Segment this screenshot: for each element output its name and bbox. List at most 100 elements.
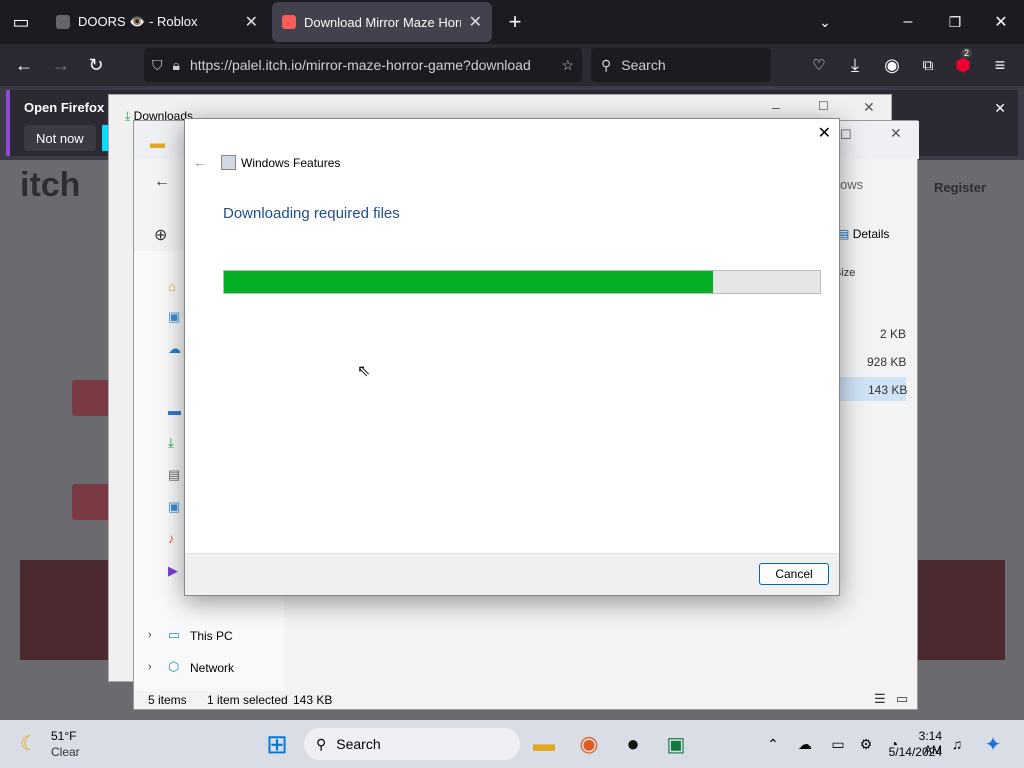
tab-doors[interactable]: DOORS 👁️ - Roblox ✕ — [46, 2, 268, 42]
back-icon[interactable]: ← — [193, 154, 207, 170]
minimize-icon[interactable]: – — [893, 7, 923, 37]
nav-network[interactable]: Network — [190, 661, 234, 675]
maximize-icon[interactable]: ☐ — [818, 99, 829, 113]
close-icon[interactable]: ✕ — [890, 125, 902, 142]
itch-icon — [282, 15, 296, 29]
notification-bell-icon[interactable]: ♫ — [941, 728, 973, 760]
windows-features-icon — [221, 155, 236, 170]
weather-temp[interactable]: 51°F — [51, 729, 76, 743]
extensions-icon[interactable]: ⧉ — [913, 50, 943, 80]
extension-badge: 2 — [961, 48, 973, 58]
status-size: 143 KB — [293, 693, 333, 707]
unreal-icon[interactable]: ● — [617, 728, 649, 760]
nav-this-pc[interactable]: This PC — [190, 629, 233, 643]
restore-icon[interactable]: ❐ — [940, 7, 970, 37]
search-box-text[interactable]: ows — [840, 177, 863, 192]
file-size: 928 KB — [867, 355, 907, 369]
chevron-up-icon[interactable]: ⌃ — [757, 728, 789, 760]
clock-date[interactable]: 5/14/2024 — [884, 745, 942, 759]
close-icon[interactable]: ✕ — [863, 99, 875, 116]
maximize-icon[interactable]: ☐ — [840, 127, 852, 143]
download-icon[interactable]: ⤓ — [840, 50, 870, 80]
chevron-right-icon[interactable]: › — [148, 661, 152, 673]
new-icon[interactable]: ⊕ — [154, 225, 167, 245]
search-icon: ⚲ — [601, 56, 612, 73]
tiles-view-icon[interactable]: ▭ — [896, 691, 908, 707]
back-icon[interactable]: ← — [9, 50, 39, 80]
documents-icon[interactable]: ▤ — [168, 467, 180, 483]
this-pc-icon: ▭ — [168, 627, 181, 642]
search-placeholder: Search — [621, 57, 666, 73]
file-size: 2 KB — [880, 327, 907, 341]
taskbar-search-label: Search — [336, 736, 381, 752]
desktop-icon[interactable]: ▬ — [168, 403, 181, 418]
bookmark-star-icon[interactable]: ☆ — [561, 57, 574, 74]
close-icon[interactable]: ✕ — [245, 12, 258, 32]
details-view-icon[interactable]: ☰ — [874, 691, 886, 707]
shield-icon[interactable]: ⛉ — [152, 57, 163, 74]
chevron-right-icon[interactable]: › — [148, 629, 152, 641]
forward-icon[interactable]: → — [46, 50, 76, 80]
music-icon[interactable]: ♪ — [168, 531, 175, 546]
register-link[interactable]: Register — [934, 180, 986, 195]
file-explorer-icon[interactable]: ▬ — [528, 728, 560, 760]
start-icon[interactable]: ⊞ — [261, 728, 293, 760]
videos-icon[interactable]: ▶ — [168, 563, 178, 579]
gallery-icon[interactable]: ▣ — [168, 309, 180, 325]
home-icon[interactable]: ⌂ — [168, 279, 176, 294]
tab-mirror-maze[interactable]: Download Mirror Maze Horror ✕ — [272, 2, 492, 42]
moon-weather-icon[interactable]: ☾ — [20, 731, 38, 756]
download-icon: ⤓ — [125, 109, 131, 123]
minimize-icon[interactable]: – — [772, 99, 780, 115]
copilot-icon[interactable]: ✦ — [977, 728, 1009, 760]
details-button[interactable]: ▤ Details — [838, 227, 889, 241]
not-now-button[interactable]: Not now — [24, 125, 96, 151]
tab-bar: ▭ DOORS 👁️ - Roblox ✕ Download Mirror Ma… — [0, 0, 1024, 44]
lock-icon[interactable]: 🔒︎ — [173, 57, 180, 74]
cancel-button[interactable]: Cancel — [759, 563, 829, 585]
windows-features-dialog: ✕ ← Windows Features Downloading require… — [184, 118, 840, 596]
pocket-icon[interactable]: ♡ — [804, 50, 834, 80]
close-icon[interactable]: ✕ — [469, 12, 482, 32]
mouse-cursor-icon: ⇖ — [357, 363, 371, 380]
windows-features-taskbar-icon[interactable]: ▣ — [660, 728, 692, 760]
close-icon[interactable]: ✕ — [994, 100, 1006, 117]
weather-desc[interactable]: Clear — [51, 745, 80, 759]
status-selected: 1 item selected — [207, 693, 288, 707]
taskbar: ☾ 51°F Clear ⊞ ⚲ Search ▬ ◉ ● ▣ ⌃ ☁ ▭ ⚙ … — [0, 720, 1024, 768]
folder-icon: ▬ — [150, 135, 165, 152]
download-button-bg — [72, 380, 112, 416]
firefox-icon[interactable]: ◉ — [573, 728, 605, 760]
downloads-icon[interactable]: ⤓ — [168, 435, 174, 451]
reload-icon[interactable]: ↻ — [81, 50, 111, 80]
roblox-icon — [56, 15, 70, 29]
details-label: Details — [852, 227, 890, 241]
tab-label: Download Mirror Maze Horror — [304, 14, 461, 30]
close-icon[interactable]: ✕ — [818, 123, 831, 143]
dialog-heading: Downloading required files — [223, 205, 400, 222]
network-icon: ⬡ — [168, 659, 180, 674]
search-icon: ⚲ — [316, 735, 327, 752]
search-bar[interactable]: ⚲ Search — [591, 48, 771, 82]
taskbar-search[interactable]: ⚲ Search — [304, 728, 520, 760]
progress-fill — [224, 271, 713, 293]
tab-list-icon[interactable]: ▭ — [6, 7, 36, 37]
status-item-count: 5 items — [148, 693, 187, 707]
close-window-icon[interactable]: ✕ — [986, 7, 1016, 37]
onedrive-icon[interactable]: ☁ — [168, 341, 181, 357]
pictures-icon[interactable]: ▣ — [168, 499, 180, 515]
back-icon[interactable]: ← — [154, 173, 170, 191]
dialog-title: Windows Features — [241, 156, 341, 170]
url-text[interactable]: https://palel.itch.io/mirror-maze-horror… — [190, 57, 534, 73]
new-tab-icon[interactable]: + — [500, 7, 530, 37]
menu-icon[interactable]: ≡ — [985, 50, 1015, 80]
share-button-bg — [72, 484, 112, 520]
chevron-down-icon[interactable]: ⌄ — [810, 7, 840, 37]
dialog-footer: Cancel — [185, 553, 839, 595]
onedrive-icon[interactable]: ☁ — [789, 728, 821, 760]
tab-label: DOORS 👁️ - Roblox — [78, 14, 198, 29]
file-size: 143 KB — [868, 383, 908, 397]
account-icon[interactable]: ◉ — [877, 50, 907, 80]
url-bar[interactable]: ⛉ 🔒︎ https://palel.itch.io/mirror-maze-h… — [144, 48, 582, 82]
download-progress-bar — [223, 270, 821, 294]
